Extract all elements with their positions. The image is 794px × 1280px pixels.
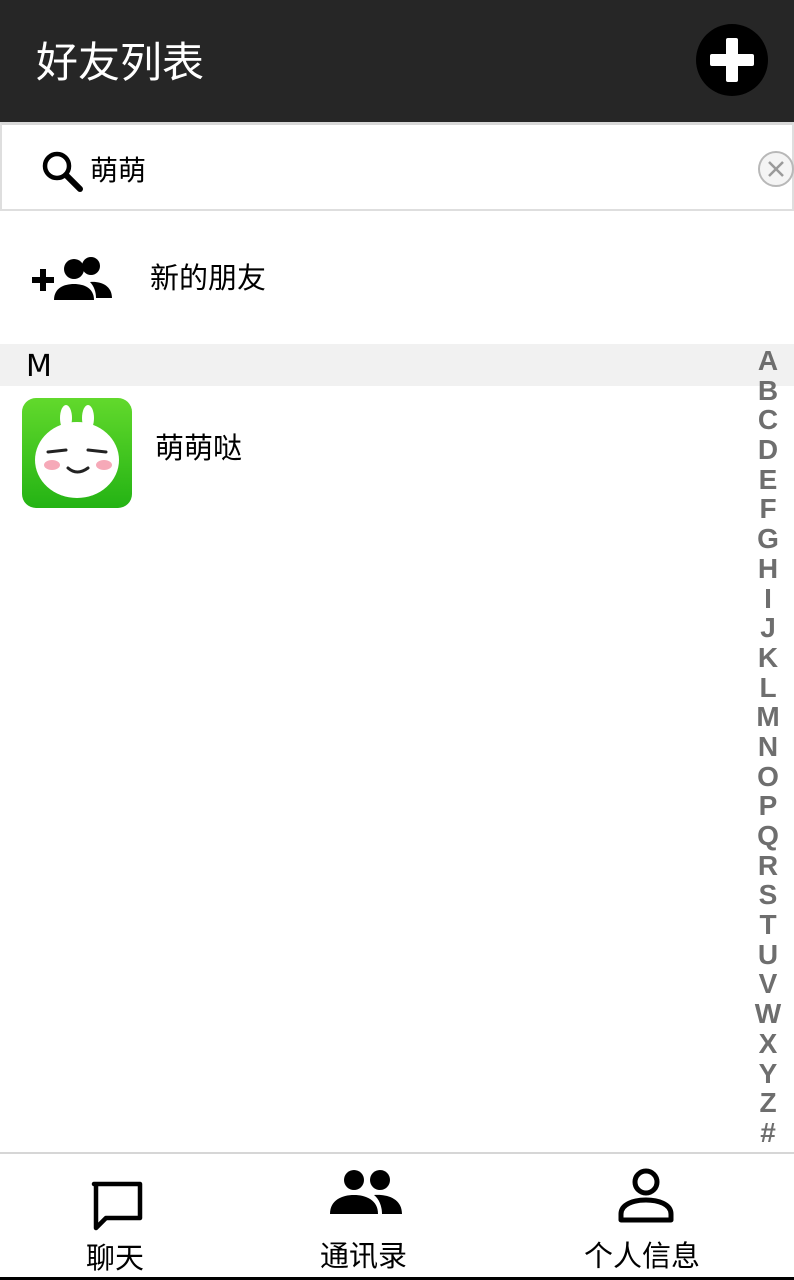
section-letter: M: [26, 349, 52, 384]
index-letter[interactable]: C: [748, 405, 788, 435]
index-letter[interactable]: Q: [748, 821, 788, 851]
contact-item[interactable]: 萌萌哒: [0, 388, 740, 516]
nav-profile-label: 个人信息: [584, 1239, 701, 1273]
index-letter[interactable]: N: [748, 732, 788, 762]
index-letter[interactable]: O: [748, 761, 788, 792]
index-letter[interactable]: I: [748, 583, 788, 614]
index-letter[interactable]: P: [748, 791, 788, 821]
index-letter[interactable]: H: [748, 554, 788, 584]
plus-circle-icon: [710, 38, 754, 82]
index-letter[interactable]: V: [748, 969, 788, 999]
search-bar: [0, 122, 794, 211]
avatar: [22, 398, 132, 508]
index-letter[interactable]: R: [748, 850, 788, 881]
app-header: 好友列表: [0, 0, 794, 122]
index-letter[interactable]: D: [748, 435, 788, 465]
nav-chat-label: 聊天: [86, 1241, 145, 1275]
nav-profile[interactable]: 个人信息: [580, 1154, 720, 1280]
index-letter[interactable]: X: [748, 1029, 788, 1059]
add-group-icon: [32, 257, 112, 300]
new-friends-row[interactable]: 新的朋友: [0, 212, 794, 342]
search-icon: [42, 151, 83, 192]
index-letter[interactable]: A: [748, 346, 788, 376]
index-letter[interactable]: T: [748, 910, 788, 940]
bottom-nav: 聊天 通讯录 个人信息: [0, 1152, 794, 1280]
index-letter[interactable]: S: [748, 880, 788, 910]
index-letter[interactable]: F: [748, 494, 788, 524]
index-letter[interactable]: E: [748, 465, 788, 495]
page-title: 好友列表: [36, 38, 205, 87]
index-letter[interactable]: Y: [748, 1058, 788, 1089]
index-letter[interactable]: M: [748, 702, 788, 732]
clear-circle-icon[interactable]: [756, 149, 794, 189]
index-letter[interactable]: J: [748, 613, 788, 643]
index-letter[interactable]: K: [748, 643, 788, 673]
index-letter[interactable]: U: [748, 940, 788, 970]
index-letter[interactable]: G: [748, 524, 788, 554]
contact-name: 萌萌哒: [155, 431, 243, 465]
index-letter[interactable]: #: [748, 1118, 788, 1148]
index-letter[interactable]: L: [748, 672, 788, 703]
people-icon: [330, 1170, 402, 1214]
new-friends-label: 新的朋友: [150, 261, 267, 295]
index-letter[interactable]: B: [748, 375, 788, 406]
nav-chat[interactable]: 聊天: [60, 1154, 180, 1280]
search-input[interactable]: [90, 145, 730, 193]
nav-contacts-label: 通讯录: [320, 1239, 408, 1273]
index-letter[interactable]: Z: [748, 1088, 788, 1118]
index-letter[interactable]: W: [748, 999, 788, 1029]
section-header: M: [0, 344, 794, 386]
chat-bubble-icon: [91, 1181, 143, 1231]
alphabet-index[interactable]: A B C D E F G H I J K L M N O P Q R S T U V W X Y Z #: [748, 346, 788, 1148]
bunny-avatar: [22, 398, 132, 508]
nav-contacts[interactable]: 通讯录: [300, 1154, 440, 1280]
person-icon: [618, 1168, 674, 1223]
add-button[interactable]: [696, 24, 768, 96]
